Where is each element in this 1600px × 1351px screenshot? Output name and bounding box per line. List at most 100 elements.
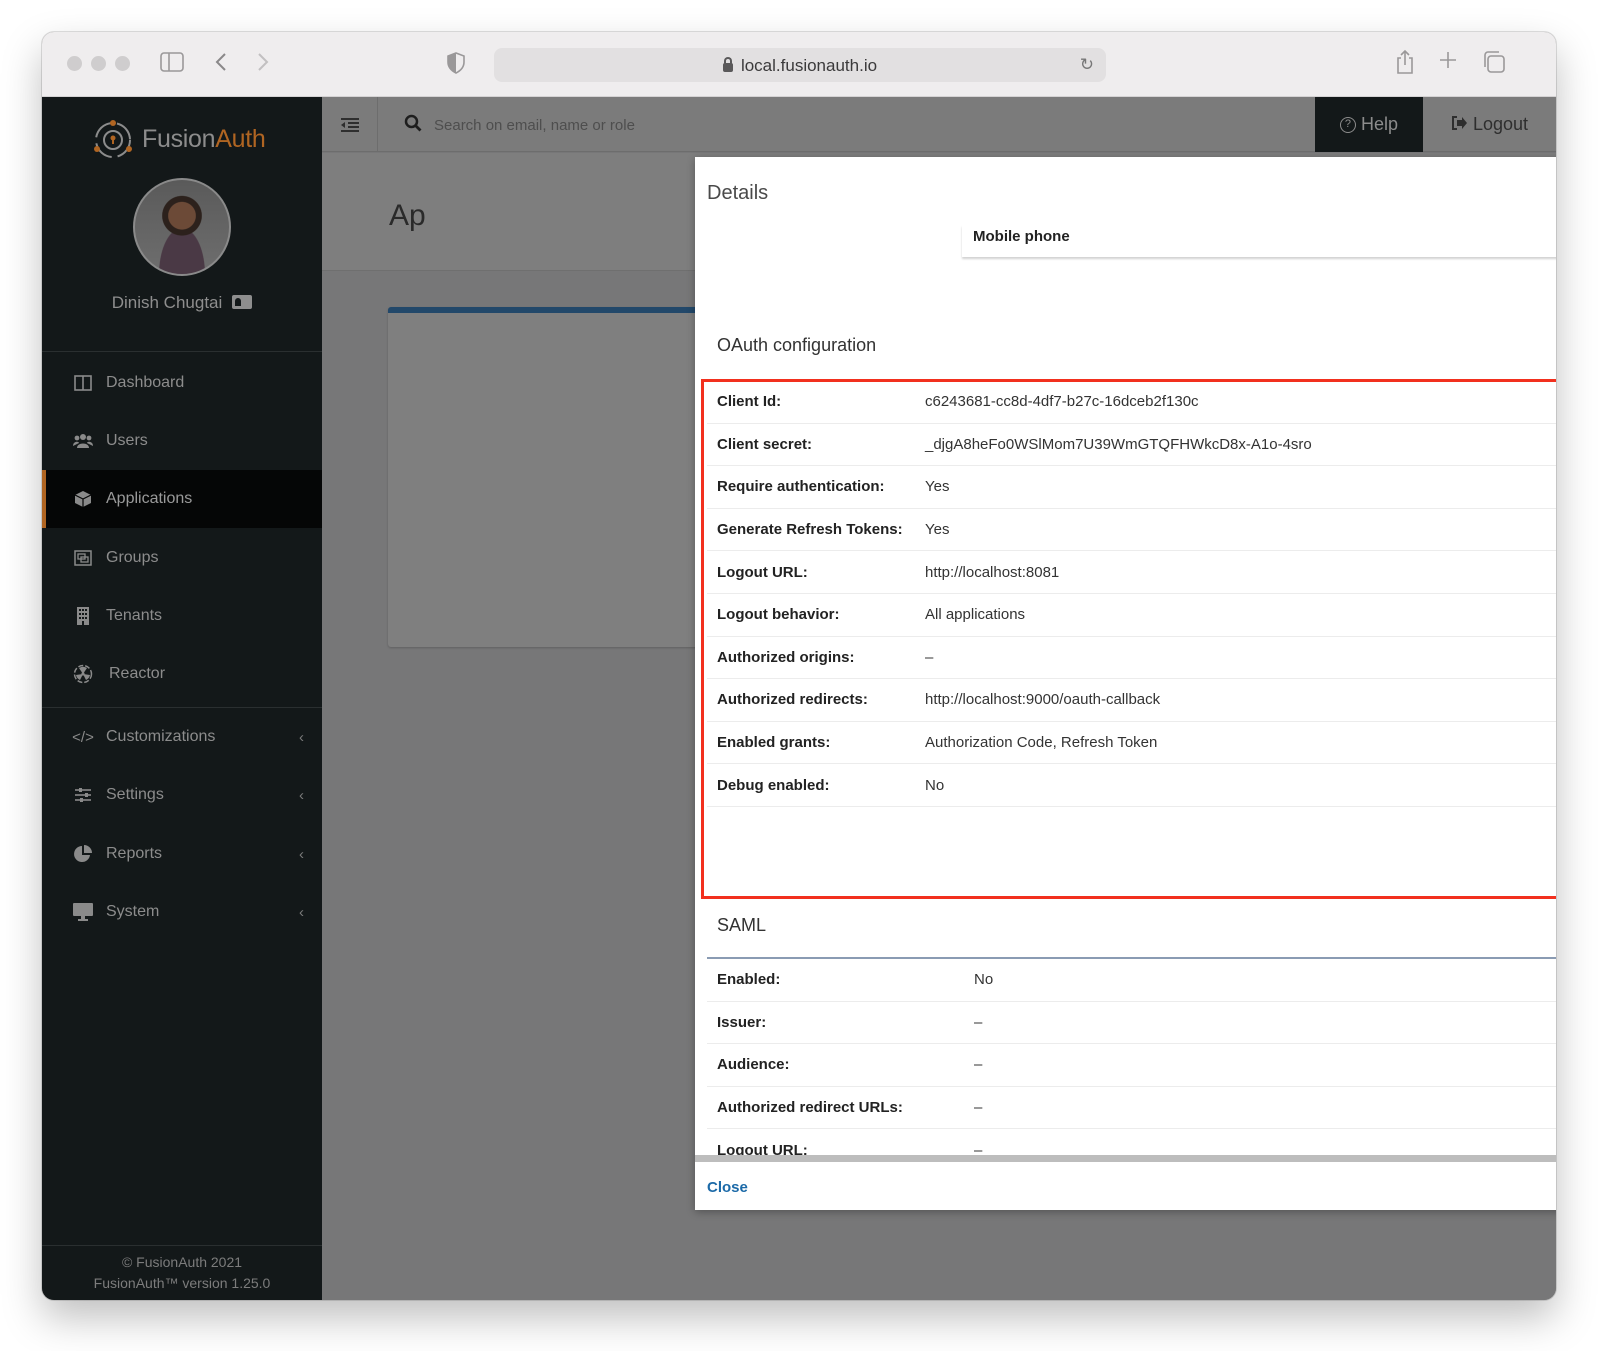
menu-toggle-button[interactable] (322, 97, 378, 152)
pie-chart-icon (72, 843, 94, 865)
horizontal-scrollbar[interactable] (695, 1155, 1556, 1162)
detail-key: Enabled grants: (717, 734, 831, 752)
address-bar[interactable]: local.fusionauth.io ↻ (494, 48, 1106, 82)
detail-row: Require authentication: Yes (707, 466, 1556, 509)
detail-key: Client secret: (717, 435, 813, 453)
detail-key: Logout URL: (717, 563, 808, 581)
detail-value: http://localhost:9000/oauth-callback (925, 691, 1161, 709)
id-card-icon[interactable] (232, 295, 253, 309)
detail-key: Audience: (717, 1056, 790, 1074)
detail-value: _djgA8heFo0WSlMom7U39WmGTQFHWkcD8x-A1o-4… (925, 435, 1312, 453)
detail-value: Authorization Code, Refresh Token (925, 734, 1158, 752)
detail-row: Audience: – (707, 1044, 1556, 1087)
sidebar-item-label: Tenants (106, 607, 163, 624)
groups-icon (72, 547, 94, 569)
close-button[interactable]: Close (707, 1179, 748, 1196)
fusionauth-logo[interactable]: FusionAuth (92, 117, 266, 161)
sidebar-item-reports[interactable]: Reports ‹ (42, 825, 322, 883)
code-icon: </> (72, 728, 94, 746)
avatar[interactable] (133, 178, 231, 276)
chevron-left-icon: ‹ (299, 786, 304, 804)
sidebar-item-label: Reactor (109, 665, 166, 682)
user-profile[interactable]: Dinish Chugtai (42, 293, 322, 313)
user-name: Dinish Chugtai (111, 293, 223, 312)
top-bar: ? Help Logout (322, 97, 1556, 152)
desktop-icon (72, 901, 94, 923)
chevron-left-icon: ‹ (299, 845, 304, 863)
mobile-phone-card: Mobile phone (962, 225, 1556, 257)
sidebar-item-label: Customizations (106, 728, 216, 745)
sidebar-item-users[interactable]: Users (42, 412, 322, 470)
detail-row: Logout URL: http://localhost:8081 (707, 551, 1556, 594)
sidebar-item-label: System (106, 903, 160, 920)
sidebar-toggle-icon[interactable] (160, 52, 184, 76)
sidebar-item-settings[interactable]: Settings ‹ (42, 766, 322, 824)
copyright-text: © FusionAuth 2021 (121, 1254, 243, 1270)
cube-icon (72, 488, 94, 510)
detail-value: All applications (925, 606, 1026, 624)
detail-value: – (925, 648, 934, 666)
sidebar-item-tenants[interactable]: Tenants (42, 587, 322, 645)
help-button[interactable]: ? Help (1315, 97, 1423, 152)
sidebar-footer: © FusionAuth 2021 FusionAuth™ version 1.… (42, 1245, 322, 1300)
sidebar-item-system[interactable]: System ‹ (42, 883, 322, 941)
page-title: Ap (389, 199, 426, 232)
detail-row: Logout URL: – (707, 1129, 1556, 1155)
detail-key: Generate Refresh Tokens: (717, 521, 903, 539)
window-close-button[interactable] (67, 56, 82, 71)
detail-key: Enabled: (717, 971, 781, 989)
section-title: OAuth configuration (707, 317, 1556, 381)
detail-key: Client Id: (717, 393, 782, 411)
detail-row: Enabled: No (707, 959, 1556, 1002)
window-maximize-button[interactable] (115, 56, 130, 71)
chevron-left-icon: ‹ (299, 728, 304, 746)
detail-row: Enabled grants: Authorization Code, Refre… (707, 722, 1556, 765)
oauth-rows: Client Id: c6243681-cc8d-4df7-b27c-16dceb… (707, 381, 1556, 807)
share-icon[interactable] (1395, 49, 1415, 79)
dashboard-icon (72, 372, 94, 394)
logout-button[interactable]: Logout (1423, 97, 1556, 152)
detail-value: – (974, 1099, 983, 1117)
sidebar-item-label: Settings (106, 786, 164, 803)
fusionauth-logo-icon (92, 119, 132, 159)
detail-value: http://localhost:8081 (925, 563, 1060, 581)
detail-value: Yes (925, 521, 950, 539)
detail-row: Logout behavior: All applications (707, 594, 1556, 637)
forward-icon[interactable] (256, 52, 270, 76)
oauth-configuration-section: OAuth configuration Client Id: c6243681-c… (707, 317, 1556, 807)
browser-toolbar: local.fusionauth.io ↻ (42, 32, 1556, 97)
building-icon (72, 605, 94, 627)
brand-name: FusionAuth (142, 124, 266, 153)
sidebar-item-groups[interactable]: Groups (42, 529, 322, 587)
sidebar-item-label: Applications (106, 490, 193, 507)
search-icon (404, 114, 422, 137)
sidebar-divider (42, 351, 322, 352)
detail-key: Logout behavior: (717, 606, 840, 624)
browser-window: local.fusionauth.io ↻ FusionAuth Dinish … (42, 32, 1556, 1300)
back-icon[interactable] (214, 52, 228, 76)
detail-value: No (925, 776, 945, 794)
radiation-icon (72, 663, 94, 685)
detail-key: Require authentication: (717, 478, 885, 496)
window-minimize-button[interactable] (91, 56, 106, 71)
detail-row: Authorized origins: – (707, 637, 1556, 680)
dialog-footer: Close (695, 1162, 1556, 1210)
dialog-title: Details (707, 182, 769, 204)
detail-key: Authorized origins: (717, 648, 855, 666)
section-title: SAML (707, 899, 1556, 959)
reload-icon[interactable]: ↻ (1080, 55, 1094, 75)
sidebar-item-customizations[interactable]: </> Customizations ‹ (42, 708, 322, 766)
sidebar-item-label: Groups (106, 549, 159, 566)
privacy-shield-icon[interactable] (447, 52, 465, 78)
sidebar-item-applications[interactable]: Applications (42, 470, 322, 528)
sidebar-item-label: Users (106, 432, 148, 449)
chevron-left-icon: ‹ (299, 903, 304, 921)
search-input[interactable] (434, 111, 934, 139)
sidebar-item-dashboard[interactable]: Dashboard (42, 354, 322, 412)
mobile-phone-label: Mobile phone (973, 228, 1070, 245)
tab-overview-icon[interactable] (1482, 50, 1506, 78)
new-tab-icon[interactable] (1438, 50, 1458, 74)
dialog-body[interactable]: Mobile phone OAuth configuration Client … (695, 225, 1556, 1155)
sidebar-item-reactor[interactable]: Reactor (42, 645, 322, 703)
sliders-icon (72, 784, 94, 806)
